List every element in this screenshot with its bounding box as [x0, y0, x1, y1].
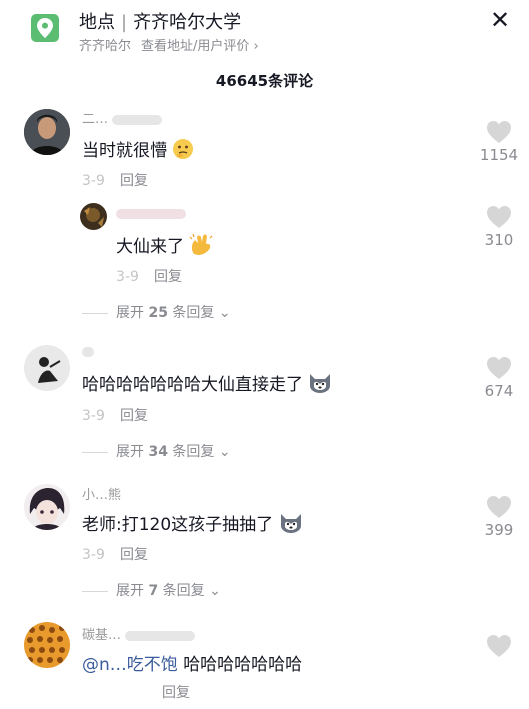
location-city: 齐齐哈尔	[79, 39, 132, 54]
close-button[interactable]: ✕	[486, 6, 514, 34]
expand-replies-button[interactable]: 展开 25 条回复 ⌄	[82, 302, 231, 322]
comment-text: 老师:打120这孩子抽抽了	[82, 510, 303, 539]
like-count: 310	[484, 231, 514, 249]
expand-replies-button[interactable]: 展开 7 条回复 ⌄	[82, 580, 221, 600]
reply-button[interactable]: 回复	[120, 173, 148, 189]
chevron-down-icon: ⌄	[204, 583, 221, 599]
like-button[interactable]	[479, 634, 519, 658]
reply-button[interactable]: 回复	[120, 408, 148, 424]
comment-text: @n…吃不饱 哈哈哈哈哈哈哈	[82, 655, 303, 675]
heart-icon	[487, 357, 511, 379]
location-label: 地点	[79, 12, 115, 33]
like-count: 674	[484, 382, 514, 400]
location-pin-icon	[31, 14, 59, 42]
comment-username[interactable]: 碳基…	[82, 624, 196, 643]
husky-dog-icon	[308, 372, 332, 399]
heart-icon	[487, 121, 511, 143]
comment-count: 46645条评论	[215, 72, 314, 90]
comment-meta: 3-9 回复	[82, 547, 148, 563]
expand-replies-button[interactable]: 展开 34 条回复 ⌄	[82, 441, 231, 461]
clapping-hands-icon	[189, 233, 213, 261]
reply-text: 大仙来了	[116, 232, 213, 261]
reply-button[interactable]: 回复	[120, 547, 148, 563]
like-button[interactable]: 674	[479, 356, 519, 400]
location-subtitle: 齐齐哈尔 查看地址/用户评价 ›	[79, 35, 259, 54]
user-mention-link[interactable]: @n…吃不饱	[82, 655, 178, 675]
thinking-emoji-icon	[172, 138, 194, 165]
view-address-link[interactable]: 查看地址/用户评价	[141, 39, 249, 54]
reply-username[interactable]	[116, 206, 186, 221]
like-button[interactable]: 310	[479, 205, 519, 249]
reply-meta: 3-9 回复	[116, 269, 182, 285]
husky-dog-icon	[279, 512, 303, 539]
comment-text: 哈哈哈哈哈哈哈大仙直接走了	[82, 370, 332, 399]
chevron-right-icon: ›	[249, 39, 259, 54]
chevron-down-icon: ⌄	[214, 305, 231, 321]
avatar[interactable]	[24, 622, 70, 668]
comment-username[interactable]	[82, 344, 94, 359]
like-count: 399	[484, 521, 514, 539]
like-count: 1154	[479, 146, 519, 164]
avatar[interactable]	[80, 203, 107, 230]
location-title[interactable]: 地点 | 齐齐哈尔大学	[79, 8, 241, 34]
heart-icon	[487, 635, 511, 657]
reply-button[interactable]: 回复	[162, 685, 190, 701]
comment-username[interactable]: 小…熊	[82, 484, 121, 503]
comment-meta: 回复	[82, 682, 190, 702]
location-header: 地点 | 齐齐哈尔大学 齐齐哈尔 查看地址/用户评价 › ✕	[0, 0, 529, 62]
avatar[interactable]	[24, 484, 70, 530]
comment-meta: 3-9 回复	[82, 173, 148, 189]
like-button[interactable]: 1154	[479, 120, 519, 164]
location-name: 齐齐哈尔大学	[133, 12, 242, 33]
comment-meta: 3-9 回复	[82, 408, 148, 424]
heart-icon	[487, 206, 511, 228]
comment-text: 当时就很懵	[82, 136, 194, 165]
avatar[interactable]	[24, 109, 70, 155]
comment-username[interactable]: 二…	[82, 108, 163, 127]
like-button[interactable]: 399	[479, 495, 519, 539]
avatar[interactable]	[24, 345, 70, 391]
chevron-down-icon: ⌄	[214, 444, 231, 460]
heart-icon	[487, 496, 511, 518]
reply-button[interactable]: 回复	[154, 269, 182, 285]
